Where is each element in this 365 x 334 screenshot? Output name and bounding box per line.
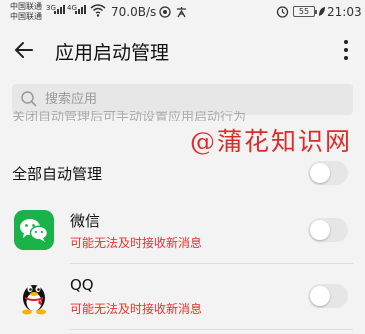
status-bar: 中国联通 中国联通 3G 4G 70.0B/s 55 21:03 [0,0,365,28]
more-options-icon[interactable] [338,36,354,64]
qq-penguin-icon [22,285,46,315]
carrier-1: 中国联通 [10,2,42,11]
carrier-2: 中国联通 [10,12,42,21]
wechat-icon [14,210,54,250]
description-text: 关闭自动管理后可手动设置应用启动行为 [12,111,247,121]
carrier-labels: 中国联通 中国联通 [10,2,42,22]
divider [70,329,353,330]
app-bar: 应用启动管理 [0,28,365,72]
clock: 21:03 [327,5,362,19]
list-item-wechat[interactable]: 微信 可能无法及时接收新消息 [0,198,365,264]
page-title: 应用启动管理 [55,42,170,64]
app-warning: 可能无法及时接收新消息 [70,236,203,250]
app-warning: 可能无法及时接收新消息 [70,302,203,316]
alarm-icon [276,6,289,18]
app-name: 微信 [70,212,101,230]
signal-2-icon [75,5,86,14]
auto-manage-all-row: 全部自动管理 [0,150,365,196]
back-arrow-icon[interactable] [12,36,36,64]
qq-toggle[interactable] [308,284,348,308]
wechat-toggle[interactable] [308,218,348,242]
battery-icon: 55 [293,6,317,17]
network-speed: 70.0B/s [111,5,157,19]
auto-manage-all-toggle[interactable] [308,161,348,185]
app-name: QQ [70,276,94,294]
notification-icon [159,6,171,18]
app-notification-icon [177,7,186,18]
auto-manage-all-label: 全部自动管理 [12,165,103,183]
leaf-icon [319,7,325,16]
signal-1-icon [54,5,65,14]
search-icon [21,91,37,107]
wifi-icon [90,4,106,17]
list-item-qq[interactable]: QQ 可能无法及时接收新消息 [0,264,365,330]
